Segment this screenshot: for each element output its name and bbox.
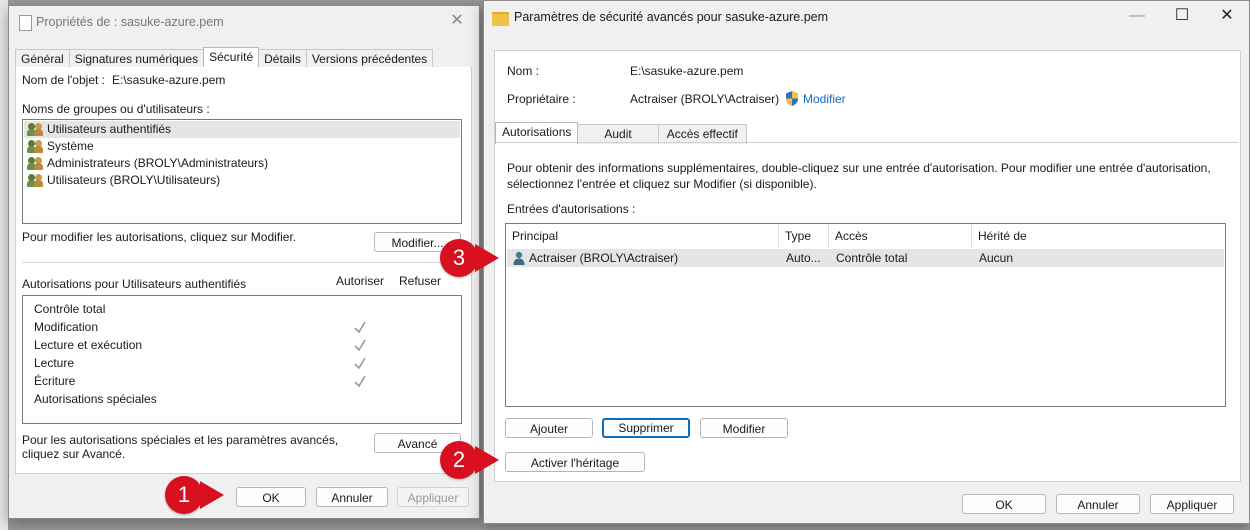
step-marker-2: 2 <box>440 441 478 479</box>
apply-button[interactable]: Appliquer <box>1150 494 1234 514</box>
permission-row: Modification <box>34 318 98 336</box>
add-button[interactable]: Ajouter <box>505 418 593 438</box>
uac-shield-icon <box>785 91 799 106</box>
advanced-titlebar: Paramètres de sécurité avancés pour sasu… <box>484 1 1249 35</box>
allow-check-icon <box>354 357 366 370</box>
maximize-icon[interactable]: ☐ <box>1160 1 1204 31</box>
entry-inherited: Aucun <box>979 251 1014 265</box>
permission-row: Autorisations spéciales <box>34 390 157 408</box>
list-item[interactable]: Utilisateurs (BROLY\Utilisateurs) <box>27 172 220 189</box>
users-icon <box>27 173 45 188</box>
advanced-security-window: Paramètres de sécurité avancés pour sasu… <box>483 0 1250 524</box>
list-item[interactable]: Utilisateurs authentifiés <box>24 121 460 138</box>
enable-inheritance-button[interactable]: Activer l'héritage <box>505 452 645 472</box>
folder-icon <box>492 12 509 26</box>
cancel-button[interactable]: Annuler <box>1056 494 1140 514</box>
cancel-button[interactable]: Annuler <box>316 487 388 507</box>
permission-row: Contrôle total <box>34 300 105 318</box>
close-icon[interactable]: ✕ <box>1205 1 1249 31</box>
ok-button[interactable]: OK <box>962 494 1046 514</box>
permission-label: Modification <box>34 320 99 334</box>
properties-titlebar: Propriétés de : sasuke-azure.pem ✕ <box>9 6 479 40</box>
permission-label: Lecture <box>34 356 75 370</box>
owner-modify-link[interactable]: Modifier <box>803 92 846 106</box>
step-arrow-1 <box>200 481 224 509</box>
properties-title: Propriétés de : sasuke-azure.pem <box>36 15 224 29</box>
allow-check-icon <box>354 375 366 388</box>
owner-label: Propriétaire : <box>507 92 576 106</box>
step-arrow-2 <box>475 446 499 474</box>
column-header-inherited[interactable]: Hérité de <box>972 224 1225 248</box>
background-window-edge <box>0 0 8 530</box>
groups-label: Noms de groupes ou d'utilisateurs : <box>22 102 210 116</box>
column-header-principal[interactable]: Principal <box>506 224 779 248</box>
list-item[interactable]: Administrateurs (BROLY\Administrateurs) <box>27 155 268 172</box>
permission-label: Autorisations spéciales <box>34 392 157 406</box>
minimize-icon[interactable]: — <box>1115 1 1159 31</box>
users-listbox[interactable]: Utilisateurs authentifiés Système Admini… <box>22 119 462 224</box>
info-text: Pour obtenir des informations supplément… <box>507 161 1211 191</box>
column-header-access[interactable]: Accès <box>829 224 972 248</box>
object-name-label: Nom de l'objet : <box>22 73 105 87</box>
permission-row: Lecture <box>34 354 74 372</box>
tab-audit[interactable]: Audit <box>577 124 659 144</box>
owner-value: Actraiser (BROLY\Actraiser) <box>630 92 780 106</box>
deny-header: Refuser <box>399 274 442 288</box>
users-icon <box>27 139 45 154</box>
apply-button[interactable]: Appliquer <box>397 487 469 507</box>
user-label: Administrateurs (BROLY\Administrateurs) <box>47 156 269 170</box>
tab-panel-line <box>495 142 1238 143</box>
properties-window: Propriétés de : sasuke-azure.pem ✕ Génér… <box>8 5 480 519</box>
step-marker-1: 1 <box>165 476 203 514</box>
modify-entry-button[interactable]: Modifier <box>700 418 788 438</box>
tab-details[interactable]: Détails <box>258 49 307 69</box>
column-header-type[interactable]: Type <box>779 224 829 248</box>
entries-label: Entrées d'autorisations : <box>507 202 636 216</box>
advanced-hint: Pour les autorisations spéciales et les … <box>22 433 339 461</box>
permissions-listbox: Contrôle total Modification Lecture et e… <box>22 295 462 424</box>
entry-access: Contrôle total <box>836 251 908 265</box>
users-icon <box>27 122 45 137</box>
tab-previous-versions[interactable]: Versions précédentes <box>305 49 434 69</box>
permission-row: Écriture <box>34 372 75 390</box>
close-icon[interactable]: ✕ <box>435 6 479 36</box>
permissions-for-label: Autorisations pour Utilisateurs authenti… <box>22 277 247 291</box>
tab-security[interactable]: Sécurité <box>203 47 260 69</box>
table-row[interactable]: Actraiser (BROLY\Actraiser) Auto... Cont… <box>507 249 1224 267</box>
permission-entries-table[interactable]: Principal Type Accès Hérité de Actraiser… <box>505 223 1226 407</box>
entry-principal: Actraiser (BROLY\Actraiser) <box>529 251 679 265</box>
tab-effective-access[interactable]: Accès effectif <box>657 124 747 144</box>
permission-label: Contrôle total <box>34 302 106 316</box>
allow-header: Autoriser <box>336 274 385 288</box>
permission-label: Écriture <box>34 374 76 388</box>
user-label: Utilisateurs (BROLY\Utilisateurs) <box>47 173 221 187</box>
list-item[interactable]: Système <box>27 138 94 155</box>
name-label: Nom : <box>507 64 540 78</box>
users-icon <box>27 156 45 171</box>
name-value: E:\sasuke-azure.pem <box>630 64 744 78</box>
user-label: Utilisateurs authentifiés <box>47 122 172 136</box>
tab-general[interactable]: Général <box>15 49 70 69</box>
user-icon <box>513 251 525 265</box>
permission-label: Lecture et exécution <box>34 338 143 352</box>
allow-check-icon <box>354 321 366 334</box>
permission-row: Lecture et exécution <box>34 336 142 354</box>
tab-permissions[interactable]: Autorisations <box>495 122 579 144</box>
step-arrow-3 <box>475 244 499 272</box>
panel-divider <box>22 262 462 263</box>
document-icon <box>19 15 32 31</box>
remove-button[interactable]: Supprimer <box>602 418 690 438</box>
ok-button[interactable]: OK <box>236 487 306 507</box>
modify-hint: Pour modifier les autorisations, cliquez… <box>22 230 297 244</box>
allow-check-icon <box>354 339 366 352</box>
user-label: Système <box>47 139 94 153</box>
advanced-title: Paramètres de sécurité avancés pour sasu… <box>514 10 829 24</box>
tab-digital-signatures[interactable]: Signatures numériques <box>68 49 205 69</box>
step-marker-3: 3 <box>440 239 478 277</box>
object-name-value: E:\sasuke-azure.pem <box>112 73 226 87</box>
entry-type: Auto... <box>786 251 821 265</box>
